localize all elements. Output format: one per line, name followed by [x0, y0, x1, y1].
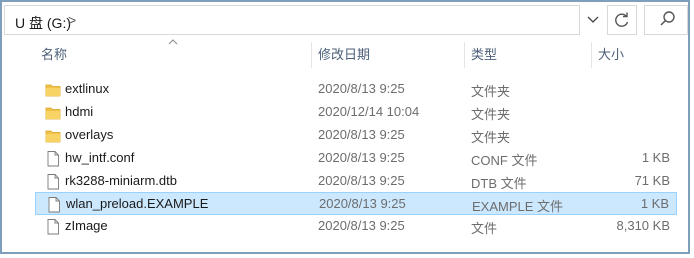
file-row-overlays[interactable]: overlays 2020/8/13 9:25 文件夹	[35, 124, 677, 147]
file-size: 71 KB	[634, 173, 670, 188]
file-row-extlinux[interactable]: extlinux 2020/8/13 9:25 文件夹	[35, 78, 677, 101]
file-type: 文件	[471, 221, 498, 236]
file-type: CONF 文件	[471, 153, 538, 168]
file-size: 8,310 KB	[616, 218, 671, 233]
file-type: EXAMPLE 文件	[472, 199, 564, 214]
vertical-scrollbar[interactable]	[4, 42, 18, 246]
file-type: DTB 文件	[471, 176, 527, 191]
address-location[interactable]: U 盘 (G:)	[15, 13, 71, 33]
column-header-date[interactable]: 修改日期	[312, 42, 464, 68]
file-row-rk3288-miniarm-dtb[interactable]: rk3288-miniarm.dtb 2020/8/13 9:25 DTB 文件…	[35, 170, 677, 193]
folder-icon	[45, 81, 61, 98]
file-row-hw-intf-conf[interactable]: hw_intf.conf 2020/8/13 9:25 CONF 文件 1 KB	[35, 147, 677, 170]
file-icon	[45, 150, 61, 167]
file-type: 文件夹	[471, 107, 511, 122]
explorer-window: U 盘 (G:) > 名称 修改日期 类型 大小 extlinux 2020/8	[0, 0, 690, 254]
file-date: 2020/8/13 9:25	[318, 218, 405, 233]
file-icon	[45, 173, 61, 190]
breadcrumb-chevron[interactable]: >	[68, 12, 76, 28]
folder-icon	[45, 104, 61, 121]
file-date: 2020/8/13 9:25	[318, 81, 405, 96]
file-name: rk3288-miniarm.dtb	[65, 173, 177, 188]
file-name: overlays	[65, 127, 114, 142]
address-dropdown-button[interactable]	[582, 5, 604, 35]
column-header-name[interactable]: 名称	[35, 42, 313, 68]
file-type: 文件夹	[471, 84, 511, 99]
search-box[interactable]	[644, 5, 688, 35]
folder-icon	[45, 127, 61, 144]
file-row-zimage[interactable]: zImage 2020/8/13 9:25 文件 8,310 KB	[35, 215, 677, 238]
file-row-hdmi[interactable]: hdmi 2020/12/14 10:04 文件夹	[35, 101, 677, 124]
file-type: 文件夹	[471, 130, 511, 145]
file-date: 2020/8/13 9:25	[318, 150, 405, 165]
file-size: 1 KB	[641, 150, 670, 165]
file-size: 1 KB	[640, 196, 669, 211]
column-header-size[interactable]: 大小	[592, 42, 678, 68]
file-icon	[45, 218, 61, 235]
column-header-type[interactable]: 类型	[465, 42, 591, 68]
file-date: 2020/8/13 9:25	[318, 127, 405, 142]
file-date: 2020/8/13 9:25	[319, 196, 406, 211]
file-name: extlinux	[65, 81, 110, 96]
file-icon	[46, 196, 62, 213]
chevron-down-icon	[587, 16, 599, 23]
file-row-wlan-preload-example[interactable]: wlan_preload.EXAMPLE 2020/8/13 9:25 EXAM…	[35, 192, 677, 215]
file-name: wlan_preload.EXAMPLE	[66, 196, 209, 211]
address-bar[interactable]: U 盘 (G:) >	[4, 5, 580, 35]
file-name: hdmi	[65, 104, 94, 119]
file-date: 2020/12/14 10:04	[318, 104, 420, 119]
file-name: zImage	[65, 218, 108, 233]
search-icon	[660, 11, 675, 26]
refresh-icon	[615, 12, 629, 27]
refresh-button[interactable]	[607, 5, 637, 35]
file-name: hw_intf.conf	[65, 150, 135, 165]
file-date: 2020/8/13 9:25	[318, 173, 405, 188]
